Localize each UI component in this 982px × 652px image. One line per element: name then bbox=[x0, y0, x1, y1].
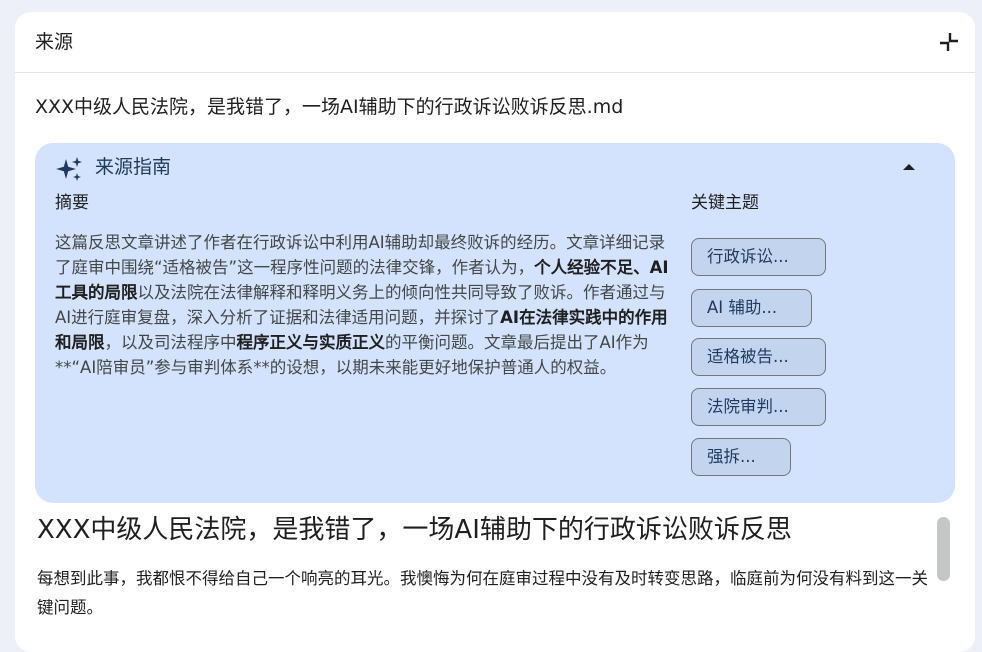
panel-header: 来源 bbox=[15, 12, 975, 73]
sparkle-icon bbox=[56, 157, 82, 181]
summary-label: 摘要 bbox=[55, 193, 89, 213]
key-topics-label: 关键主题 bbox=[691, 193, 759, 213]
summary-segment: ，以及司法程序中 bbox=[104, 333, 237, 352]
scrollbar-thumb[interactable] bbox=[937, 517, 950, 581]
triangle-up-icon bbox=[903, 164, 915, 170]
topic-chip-court-trial[interactable]: 法院审判... bbox=[691, 388, 826, 426]
panel-title: 来源 bbox=[35, 31, 74, 53]
source-file-title: XXX中级人民法院，是我错了，一场AI辅助下的行政诉讼败诉反思.md bbox=[35, 96, 624, 118]
topic-chip-forced-demolition[interactable]: 强拆... bbox=[691, 438, 791, 476]
collapse-button[interactable] bbox=[938, 31, 960, 53]
topic-chip-administrative-litigation[interactable]: 行政诉讼... bbox=[691, 238, 826, 276]
guide-title: 来源指南 bbox=[95, 156, 172, 178]
collapse-content-icon bbox=[940, 33, 958, 51]
topic-chip-proper-defendant[interactable]: 适格被告... bbox=[691, 338, 826, 376]
summary-emphasis: 程序正义与实质正义 bbox=[236, 333, 386, 352]
sources-panel: 来源 XXX中级人民法院，是我错了，一场AI辅助下的行政诉讼败诉反思.md 来源… bbox=[15, 12, 975, 652]
guide-collapse-toggle[interactable] bbox=[899, 159, 919, 175]
topic-chip-ai-assistance[interactable]: AI 辅助... bbox=[691, 289, 812, 327]
document-paragraph: 每想到此事，我都恨不得给自己一个响亮的耳光。我懊悔为何在庭审过程中没有及时转变思… bbox=[37, 569, 928, 617]
document-heading: XXX中级人民法院，是我错了，一场AI辅助下的行政诉讼败诉反思 bbox=[37, 515, 792, 545]
source-guide-card: 来源指南 摘要 这篇反思文章讲述了作者在行政诉讼中利用AI辅助却最终败诉的经历。… bbox=[35, 143, 955, 503]
summary-text: 这篇反思文章讲述了作者在行政诉讼中利用AI辅助却最终败诉的经历。文章详细记录了庭… bbox=[55, 230, 673, 380]
